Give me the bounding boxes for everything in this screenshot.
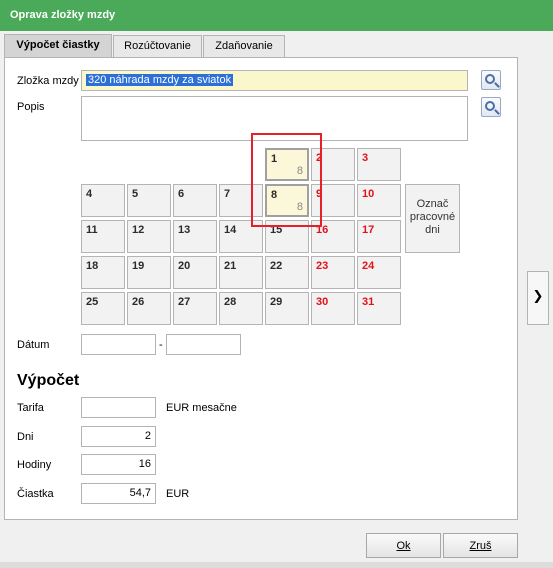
- ciastka-unit: EUR: [166, 488, 190, 500]
- day-number: 10: [362, 188, 375, 200]
- tarifa-input[interactable]: [81, 397, 156, 418]
- zlozka-input[interactable]: 320 náhrada mzdy za sviatok: [81, 70, 468, 91]
- datum-from-input[interactable]: [81, 334, 156, 355]
- calendar-day[interactable]: 4: [81, 184, 125, 217]
- popis-label: Popis: [17, 101, 45, 113]
- day-number: 28: [224, 296, 237, 308]
- ok-label: Ok: [396, 540, 411, 552]
- window-title: Oprava zložky mzdy: [0, 0, 553, 31]
- tab-rozuctovanie[interactable]: Rozúčtovanie: [113, 35, 202, 57]
- dni-label: Dni: [17, 431, 34, 443]
- tarifa-unit: EUR mesačne: [166, 402, 237, 414]
- datum-separator: -: [159, 339, 163, 351]
- zlozka-label: Zložka mzdy: [17, 75, 79, 87]
- day-number: 4: [86, 188, 93, 200]
- calendar-day[interactable]: 28: [219, 292, 263, 325]
- calendar-day[interactable]: 25: [81, 292, 125, 325]
- day-number: 25: [86, 296, 99, 308]
- datum-to-input[interactable]: [166, 334, 241, 355]
- calendar-day[interactable]: 18: [81, 256, 125, 289]
- day-number: 24: [362, 260, 375, 272]
- hodiny-label: Hodiny: [17, 459, 52, 471]
- popis-lookup-button[interactable]: [481, 97, 501, 117]
- calendar-day[interactable]: 3: [357, 148, 401, 181]
- datum-label: Dátum: [17, 339, 50, 351]
- ciastka-label: Čiastka: [17, 488, 54, 500]
- calendar-day[interactable]: 23: [311, 256, 355, 289]
- dni-input[interactable]: 2: [81, 426, 156, 447]
- calendar-day[interactable]: 13: [173, 220, 217, 253]
- calendar-day[interactable]: 21: [219, 256, 263, 289]
- calendar-day[interactable]: 10: [357, 184, 401, 217]
- day-number: 22: [270, 260, 283, 272]
- highlight-box: [251, 133, 322, 227]
- day-number: 29: [270, 296, 283, 308]
- day-number: 23: [316, 260, 329, 272]
- day-number: 31: [362, 296, 375, 308]
- calendar-day[interactable]: 17: [357, 220, 401, 253]
- day-number: 30: [316, 296, 329, 308]
- calendar-day[interactable]: 31: [357, 292, 401, 325]
- calendar-day[interactable]: 29: [265, 292, 309, 325]
- day-number: 20: [178, 260, 191, 272]
- vypocet-heading: Výpočet: [17, 372, 80, 389]
- day-number: 6: [178, 188, 185, 200]
- ciastka-input[interactable]: 54,7: [81, 483, 156, 504]
- day-number: 21: [224, 260, 237, 272]
- magnifier-icon: [485, 101, 495, 111]
- day-number: 11: [86, 224, 98, 236]
- calendar-day[interactable]: 20: [173, 256, 217, 289]
- ok-button[interactable]: Ok: [366, 533, 441, 558]
- chevron-right-icon: ❯: [532, 288, 544, 303]
- calendar-day[interactable]: 27: [173, 292, 217, 325]
- cancel-button[interactable]: Zruš: [443, 533, 518, 558]
- calendar-day[interactable]: 11: [81, 220, 125, 253]
- day-number: 17: [362, 224, 375, 236]
- day-number: 26: [132, 296, 145, 308]
- calendar-day[interactable]: 30: [311, 292, 355, 325]
- zlozka-lookup-button[interactable]: [481, 70, 501, 90]
- magnifier-icon: [485, 74, 495, 84]
- hodiny-input[interactable]: 16: [81, 454, 156, 475]
- day-number: 12: [132, 224, 145, 236]
- calendar-day[interactable]: 6: [173, 184, 217, 217]
- calendar-day[interactable]: 5: [127, 184, 171, 217]
- day-number: 19: [132, 260, 145, 272]
- day-number: 14: [224, 224, 237, 236]
- day-number: 18: [86, 260, 99, 272]
- cancel-label: Zruš: [469, 540, 492, 552]
- calendar-day[interactable]: 19: [127, 256, 171, 289]
- day-number: 5: [132, 188, 139, 200]
- expand-panel-button[interactable]: ❯: [527, 271, 549, 325]
- day-number: 13: [178, 224, 191, 236]
- tarifa-label: Tarifa: [17, 402, 44, 414]
- calendar-day[interactable]: 26: [127, 292, 171, 325]
- tab-zdanovanie[interactable]: Zdaňovanie: [203, 35, 285, 57]
- calendar-day[interactable]: 24: [357, 256, 401, 289]
- tab-vypocet-ciastky[interactable]: Výpočet čiastky: [4, 34, 112, 57]
- day-number: 7: [224, 188, 231, 200]
- zlozka-value: 320 náhrada mzdy za sviatok: [86, 74, 234, 86]
- calendar-day[interactable]: 12: [127, 220, 171, 253]
- day-number: 27: [178, 296, 191, 308]
- day-number: 3: [362, 152, 369, 164]
- mark-working-days-button[interactable]: Označ pracovné dni: [405, 184, 460, 253]
- calendar-day[interactable]: 22: [265, 256, 309, 289]
- bottom-strip: [0, 562, 553, 568]
